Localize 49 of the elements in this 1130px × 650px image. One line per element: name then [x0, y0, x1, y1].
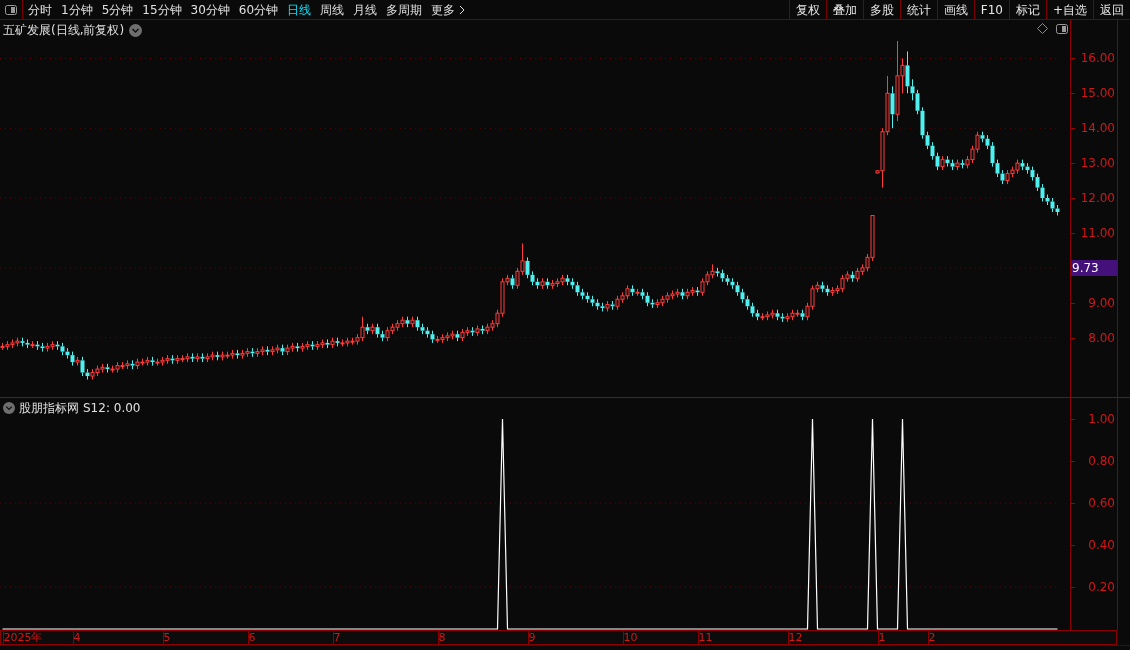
axis-label: 10 [623, 631, 638, 644]
toolbar-button[interactable]: 复权 [788, 0, 826, 19]
axis-label: 11.00 [1080, 225, 1115, 240]
axis-label: 14.00 [1080, 121, 1115, 136]
toolbar-button[interactable]: 多股 [862, 0, 900, 19]
axis-label: 5 [163, 631, 171, 644]
indicator-name: 股朋指标网 [19, 400, 79, 417]
axis-label: 2025年 [3, 631, 43, 644]
period-tab[interactable]: 更多 [431, 0, 466, 19]
axis-label: 9 [528, 631, 536, 644]
axis-label: 4 [73, 631, 81, 644]
period-tab[interactable]: 日线 [287, 0, 312, 19]
period-tab[interactable]: 多周期 [386, 0, 423, 19]
price-tag: 9.73 [1071, 259, 1117, 276]
period-tab[interactable]: 60分钟 [238, 0, 279, 19]
axis-label: 13.00 [1080, 156, 1115, 171]
axis-label: 0.80 [1088, 454, 1115, 468]
axis-label: 6 [248, 631, 256, 644]
chart-title: 五矿发展(日线,前复权) [3, 22, 125, 39]
toolbar-button[interactable]: 叠加 [825, 0, 863, 19]
axis-label: 15.00 [1080, 86, 1115, 101]
toolbar-button[interactable]: 返回 [1093, 0, 1130, 19]
period-tab[interactable]: 1分钟 [61, 0, 93, 19]
period-tab[interactable]: 月线 [353, 0, 378, 19]
period-tab[interactable]: 30分钟 [190, 0, 230, 19]
period-tab[interactable]: 周线 [320, 0, 345, 19]
toolbar-button[interactable]: 统计 [899, 0, 937, 19]
toolbar-button[interactable]: F10 [973, 0, 1009, 19]
axis-label: 12.00 [1080, 191, 1115, 205]
axis-label: 0.20 [1088, 580, 1115, 594]
axis-label: 8.00 [1088, 330, 1115, 345]
period-tab[interactable]: 5分钟 [101, 0, 134, 19]
axis-label: 0.60 [1088, 496, 1115, 510]
axis-label: 8 [438, 631, 446, 644]
axis-label: 16.00 [1080, 51, 1115, 66]
period-tab[interactable]: 分时 [28, 0, 52, 19]
axis-label: 2 [928, 631, 936, 644]
toolbar-button[interactable]: 标记 [1008, 0, 1046, 19]
axis-label: 0.40 [1088, 538, 1115, 552]
toolbar-button[interactable]: +自选 [1045, 0, 1093, 19]
axis-label: 7 [333, 631, 341, 644]
axis-label: 11 [698, 631, 713, 644]
axis-label: 1 [878, 631, 886, 644]
indicator-reading: S12: 0.00 [83, 400, 141, 417]
axis-label: 1.00 [1088, 412, 1115, 426]
period-tab[interactable]: 15分钟 [142, 0, 182, 19]
toolbar-button[interactable]: 画线 [936, 0, 974, 19]
axis-label: 9.00 [1088, 295, 1115, 310]
axis-label: 12 [788, 631, 803, 644]
